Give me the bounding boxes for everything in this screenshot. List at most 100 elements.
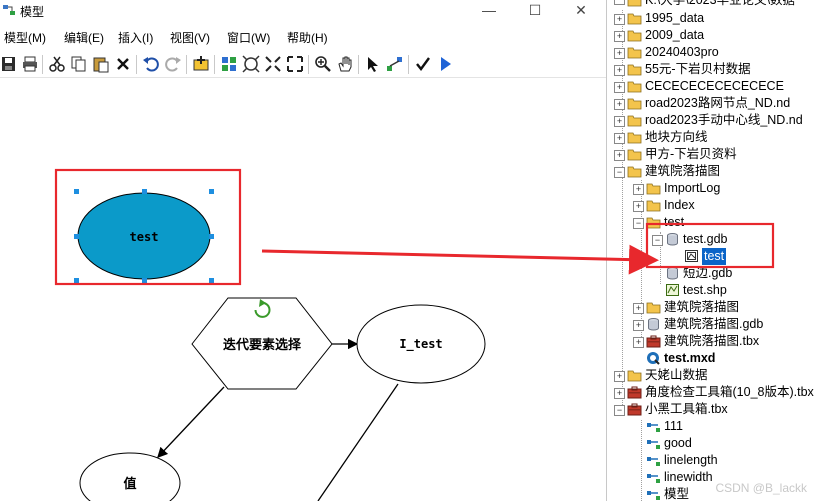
run-icon[interactable] [436, 55, 454, 73]
model-diagram: test 迭代要素选择 I_test 值 [54, 168, 486, 501]
expander-toggle[interactable]: + [614, 99, 625, 110]
connect-icon[interactable] [386, 55, 404, 73]
folder-icon [627, 166, 642, 178]
expander-toggle[interactable]: + [614, 14, 625, 25]
catalog-item-label: CECECECECECECECE [645, 79, 784, 93]
menu-bar: 模型(M) 编辑(E) 插入(I) 视图(V) 窗口(W) 帮助(H) [0, 27, 606, 47]
expander-toggle[interactable]: + [614, 388, 625, 399]
expander-toggle[interactable]: − [614, 405, 625, 416]
zoom-in-icon[interactable] [314, 55, 332, 73]
menu-model[interactable]: 模型(M) [4, 29, 46, 46]
expander-toggle[interactable]: + [614, 82, 625, 93]
folder-icon [627, 132, 642, 144]
catalog-item-label: 短边.gdb [683, 266, 733, 280]
add-data-icon[interactable] [192, 55, 210, 73]
catalog-item-label: test [664, 215, 685, 229]
model-canvas[interactable]: test 迭代要素选择 I_test 值 [0, 78, 606, 501]
expander-toggle[interactable]: + [614, 65, 625, 76]
zoom-fixed-out-icon[interactable] [286, 55, 304, 73]
catalog-item-label: Index [664, 198, 695, 212]
toolbar [0, 51, 606, 78]
catalog-item-label: 小黑工具箱.tbx [645, 402, 728, 416]
menu-help[interactable]: 帮助(H) [287, 29, 328, 46]
model-variable-icon [647, 423, 660, 432]
expander-toggle[interactable]: + [614, 133, 625, 144]
model-variable-icon [647, 491, 660, 500]
output-label: I_test [399, 337, 442, 352]
catalog-item-label: test [702, 248, 727, 265]
map-document-icon [647, 352, 660, 365]
copy-icon[interactable] [70, 55, 88, 73]
expander-toggle[interactable]: + [614, 48, 625, 59]
menu-edit[interactable]: 编辑(E) [64, 29, 104, 46]
expander-toggle[interactable]: − [614, 167, 625, 178]
value-label: 值 [123, 476, 136, 492]
tree-root-label: K:\大学\2023毕业论文\数据 [645, 0, 796, 7]
expander-toggle[interactable]: + [633, 201, 644, 212]
catalog-item-label: 建筑院落描图.gdb [664, 317, 764, 331]
zoom-fixed-in-icon[interactable] [264, 55, 282, 73]
catalog-tree: − K:\大学\2023毕业论文\数据 +1995_data +2009_data… [607, 0, 817, 501]
expander-toggle[interactable]: − [633, 218, 644, 229]
catalog-item-label: linelength [664, 453, 718, 467]
select-pointer-icon[interactable] [364, 55, 382, 73]
catalog-item-label: 角度检查工具箱(10_8版本).tbx [645, 385, 814, 399]
toolbox-icon [627, 403, 642, 416]
print-icon[interactable] [21, 55, 39, 73]
catalog-item-label: road2023路网节点_ND.nd [645, 96, 791, 110]
expander-toggle[interactable]: + [614, 31, 625, 42]
expander-toggle[interactable]: + [633, 303, 644, 314]
watermark: CSDN @B_lackk [715, 481, 807, 495]
shapefile-icon [666, 284, 679, 296]
model-variable-icon [647, 440, 660, 449]
catalog-item-label: 建筑院落描图 [645, 164, 721, 178]
catalog-item-label: road2023手动中心线_ND.nd [645, 113, 803, 127]
expander-toggle[interactable]: + [633, 184, 644, 195]
menu-insert[interactable]: 插入(I) [118, 29, 153, 46]
model-app-icon [3, 5, 15, 15]
model-variable-icon [647, 457, 660, 466]
folder-icon [627, 64, 642, 76]
menu-window[interactable]: 窗口(W) [227, 29, 270, 46]
expander-toggle[interactable]: + [614, 150, 625, 161]
test-ellipse-label: test [130, 230, 159, 244]
feature-class-icon [685, 250, 698, 262]
catalog-item-label: 111 [664, 419, 684, 433]
full-extent-icon[interactable] [242, 55, 260, 73]
catalog-item-label: 模型 [664, 487, 690, 501]
cut-icon[interactable] [48, 55, 66, 73]
toolbox-icon [646, 335, 661, 348]
catalog-item-label: 1995_data [645, 11, 705, 25]
validate-icon[interactable] [414, 55, 432, 73]
pan-hand-icon[interactable] [336, 55, 354, 73]
paste-icon[interactable] [92, 55, 110, 73]
connector-iterator-to-value [157, 386, 225, 458]
catalog-item-label: 建筑院落描图.tbx [664, 334, 760, 348]
folder-icon [627, 149, 642, 161]
model-variable-icon [647, 474, 660, 483]
folder-icon [627, 370, 642, 382]
auto-layout-icon[interactable] [220, 55, 238, 73]
folder-icon [627, 30, 642, 42]
save-icon[interactable] [0, 55, 18, 73]
geodatabase-icon [648, 318, 659, 331]
expander-toggle[interactable]: − [652, 235, 663, 246]
catalog-item-label: good [664, 436, 692, 450]
undo-icon[interactable] [142, 55, 160, 73]
expander-toggle[interactable]: + [614, 371, 625, 382]
menu-view[interactable]: 视图(V) [170, 29, 210, 46]
expander-toggle[interactable]: + [633, 320, 644, 331]
delete-icon[interactable] [114, 55, 132, 73]
folder-icon [646, 302, 661, 314]
geodatabase-icon [667, 267, 678, 280]
maximize-button[interactable]: ☐ [512, 0, 558, 22]
title-bar: 模型 — ☐ ✕ [0, 0, 606, 22]
expander-toggle[interactable]: + [614, 116, 625, 127]
redo-icon[interactable] [164, 55, 182, 73]
expander-toggle[interactable]: + [633, 337, 644, 348]
close-button[interactable]: ✕ [558, 0, 604, 22]
minimize-button[interactable]: — [466, 0, 512, 22]
window-title: 模型 [20, 5, 45, 19]
catalog-item-label: test.gdb [683, 232, 728, 246]
catalog-item-label: 20240403pro [645, 45, 719, 59]
